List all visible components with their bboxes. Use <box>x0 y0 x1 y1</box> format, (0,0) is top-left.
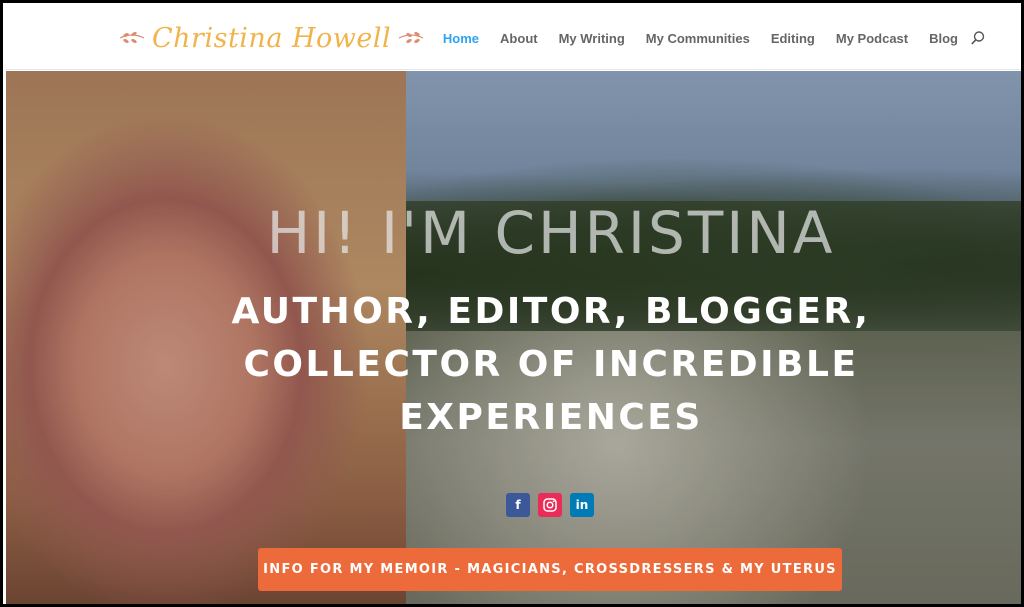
hero-section: HI! I'M CHRISTINA AUTHOR, EDITOR, BLOGGE… <box>6 71 1021 604</box>
logo-text: Christina Howell <box>152 22 392 54</box>
main-nav: Home About My Writing My Communities Edi… <box>443 6 958 70</box>
hero-title: HI! I'M CHRISTINA <box>266 199 836 267</box>
instagram-icon[interactable] <box>538 493 562 517</box>
nav-editing[interactable]: Editing <box>771 31 815 46</box>
search-icon[interactable] <box>970 30 986 46</box>
nav-my-communities[interactable]: My Communities <box>646 31 750 46</box>
site-header: Christina Howell Home About My Writing M… <box>6 6 1021 70</box>
memoir-info-button[interactable]: INFO FOR MY MEMOIR - MAGICIANS, CROSSDRE… <box>258 548 842 591</box>
page-frame: Christina Howell Home About My Writing M… <box>0 0 1024 607</box>
instagram-glyph-icon <box>543 498 557 512</box>
left-sprig-icon <box>119 31 145 44</box>
nav-home[interactable]: Home <box>443 31 479 46</box>
nav-blog[interactable]: Blog <box>929 31 958 46</box>
site-logo[interactable]: Christina Howell <box>118 14 425 62</box>
social-links: f in <box>506 493 594 517</box>
nav-my-podcast[interactable]: My Podcast <box>836 31 908 46</box>
right-sprig-icon <box>398 31 424 44</box>
nav-my-writing[interactable]: My Writing <box>559 31 625 46</box>
nav-about[interactable]: About <box>500 31 538 46</box>
hero-subtitle: AUTHOR, EDITOR, BLOGGER, COLLECTOR OF IN… <box>231 291 871 438</box>
linkedin-icon[interactable]: in <box>570 493 594 517</box>
facebook-icon[interactable]: f <box>506 493 530 517</box>
